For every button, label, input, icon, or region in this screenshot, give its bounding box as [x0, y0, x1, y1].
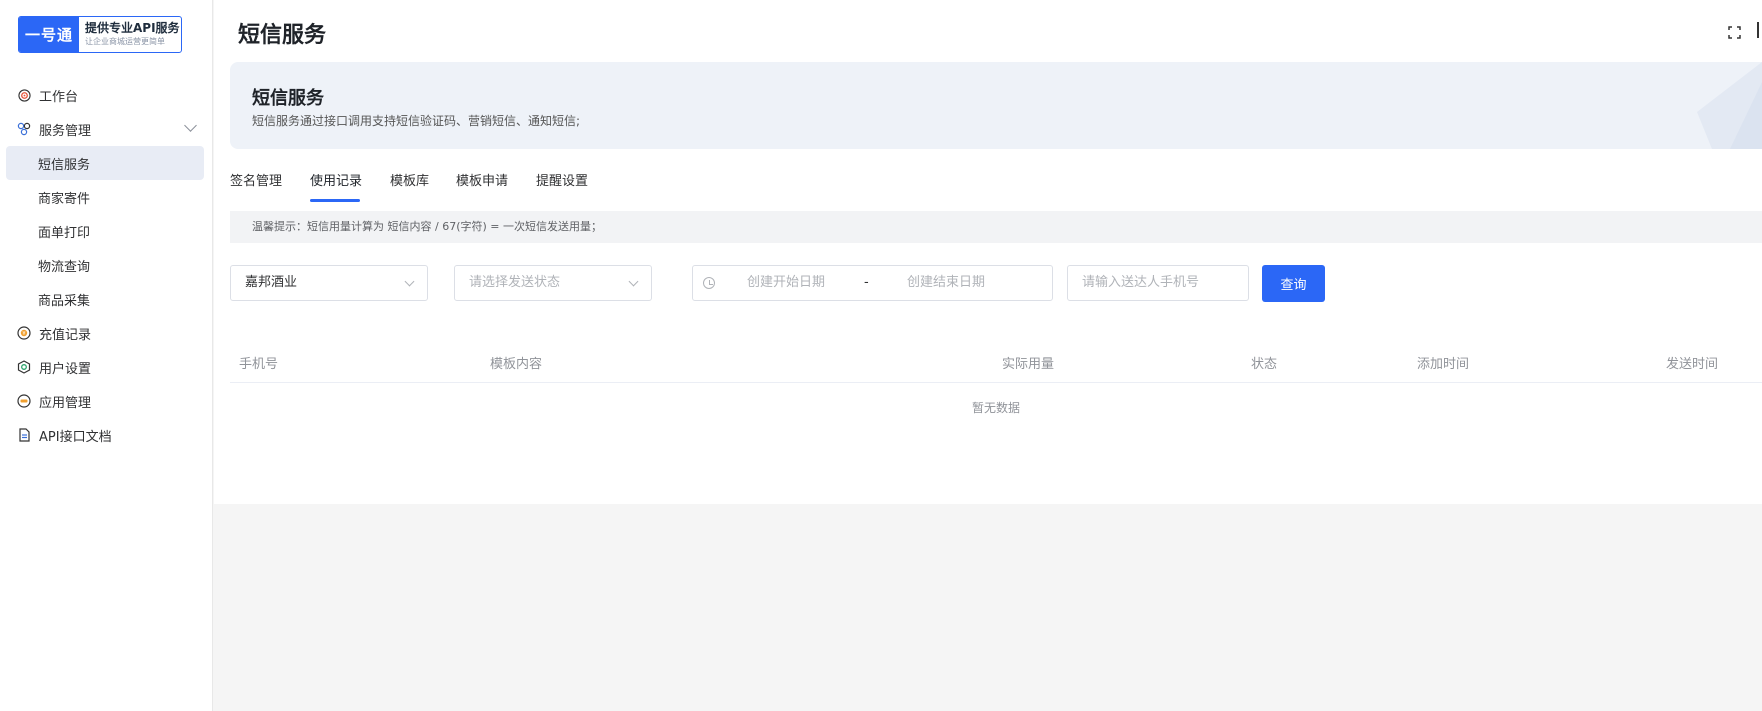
chevron-down-icon: [628, 276, 639, 287]
banner-description: 短信服务通过接口调用支持短信验证码、营销短信、通知短信;: [252, 114, 581, 128]
status-select-placeholder: 请选择发送状态: [469, 275, 561, 290]
sidebar-subitem-sms-service[interactable]: 短信服务: [6, 146, 204, 180]
column-header-sent-time: 发送时间: [1666, 357, 1719, 372]
date-range-picker[interactable]: 创建开始日期 - 创建结束日期: [692, 265, 1053, 301]
header-edge-divider: [1757, 22, 1759, 38]
date-separator: -: [864, 275, 869, 290]
banner-decoration-icon: [1697, 62, 1762, 149]
logo-brand-text: 一号通: [19, 17, 79, 52]
records-table: 手机号 模板内容 实际用量 状态 添加时间 发送时间 暂无数据: [230, 341, 1762, 447]
service-banner: 短信服务 短信服务通过接口调用支持短信验证码、营销短信、通知短信;: [230, 62, 1762, 149]
column-header-actual-usage: 实际用量: [1002, 357, 1055, 372]
chevron-down-icon: [404, 276, 415, 287]
app-management-icon: [17, 394, 31, 408]
logo-title: 提供专业API服务: [85, 21, 180, 35]
column-header-template-content: 模板内容: [490, 357, 543, 372]
sidebar-item-service-management[interactable]: 服务管理: [0, 112, 213, 146]
fullscreen-icon[interactable]: [1728, 24, 1741, 39]
svg-text:¥: ¥: [22, 331, 25, 337]
page-title: 短信服务: [238, 23, 327, 48]
sidebar-subitem-logistics-query[interactable]: 物流查询: [0, 248, 213, 282]
sidebar-subitem-merchant-shipping[interactable]: 商家寄件: [0, 180, 213, 214]
sidebar-item-recharge-records[interactable]: ¥ 充值记录: [0, 316, 213, 350]
tab-usage-records[interactable]: 使用记录: [310, 170, 362, 189]
target-icon: [17, 88, 31, 102]
sidebar-item-workbench[interactable]: 工作台: [0, 78, 213, 112]
store-select[interactable]: 嘉邦酒业: [230, 265, 428, 301]
brand-logo[interactable]: 一号通 提供专业API服务 让企业商城运营更简单: [18, 16, 182, 53]
main-content: 短信服务 短信服务 短信服务通过接口调用支持短信验证码、营销短信、通知短信; 签…: [214, 0, 1762, 711]
end-date-placeholder[interactable]: 创建结束日期: [907, 266, 985, 300]
sidebar-subitem-product-collect[interactable]: 商品采集: [0, 282, 213, 316]
sidebar-item-label: 服务管理: [39, 123, 92, 139]
sidebar: 一号通 提供专业API服务 让企业商城运营更简单 工作台 服务管理 短信服务 商…: [0, 0, 213, 711]
sidebar-item-api-docs[interactable]: API接口文档: [0, 418, 213, 452]
sidebar-item-label: 充值记录: [39, 327, 92, 343]
logo-tagline: 提供专业API服务 让企业商城运营更简单: [79, 17, 181, 52]
banner-title: 短信服务: [252, 88, 324, 109]
document-icon: [17, 428, 31, 442]
table-header: 手机号 模板内容 实际用量 状态 添加时间 发送时间: [230, 341, 1762, 383]
tab-reminder-settings[interactable]: 提醒设置: [536, 170, 588, 189]
clock-icon: [703, 277, 715, 289]
query-button[interactable]: 查询: [1262, 265, 1325, 302]
services-icon: [17, 122, 31, 136]
content-panel: 短信服务 短信服务 短信服务通过接口调用支持短信验证码、营销短信、通知短信; 签…: [214, 0, 1762, 504]
logo-subtitle: 让企业商城运营更简单: [85, 37, 165, 46]
chevron-down-icon: [184, 119, 197, 132]
filter-bar: 嘉邦酒业 请选择发送状态 创建开始日期 - 创建结束日期 请输入送达人手机号 查…: [230, 265, 1762, 302]
start-date-placeholder[interactable]: 创建开始日期: [747, 266, 825, 300]
user-settings-icon: [17, 360, 31, 374]
sidebar-item-label: 工作台: [39, 89, 79, 105]
sidebar-item-label: 应用管理: [39, 395, 92, 411]
store-select-value: 嘉邦酒业: [245, 275, 298, 290]
status-select[interactable]: 请选择发送状态: [454, 265, 652, 301]
sidebar-item-label: 用户设置: [39, 361, 92, 377]
empty-state: 暂无数据: [971, 401, 1020, 415]
recharge-icon: ¥: [17, 326, 31, 340]
tab-signature-management[interactable]: 签名管理: [230, 170, 282, 189]
sidebar-item-label: API接口文档: [39, 429, 112, 445]
active-tab-indicator: [310, 199, 360, 202]
sidebar-item-app-management[interactable]: 应用管理: [0, 384, 213, 418]
phone-input[interactable]: 请输入送达人手机号: [1067, 265, 1249, 301]
column-header-phone: 手机号: [239, 357, 279, 372]
sidebar-menu: 工作台 服务管理 短信服务 商家寄件 面单打印 物流查询 商品采集 ¥ 充值记录…: [0, 78, 213, 452]
tab-template-application[interactable]: 模板申请: [456, 170, 508, 189]
column-header-status: 状态: [1251, 357, 1278, 372]
sidebar-item-user-settings[interactable]: 用户设置: [0, 350, 213, 384]
tab-template-library[interactable]: 模板库: [390, 170, 429, 189]
column-header-added-time: 添加时间: [1417, 357, 1470, 372]
usage-tip: 温馨提示：短信用量计算为 短信内容 / 67(字符) = 一次短信发送用量；: [230, 211, 1762, 243]
tab-bar: 签名管理 使用记录 模板库 模板申请 提醒设置: [230, 160, 1762, 202]
sidebar-subitem-waybill-print[interactable]: 面单打印: [0, 214, 213, 248]
